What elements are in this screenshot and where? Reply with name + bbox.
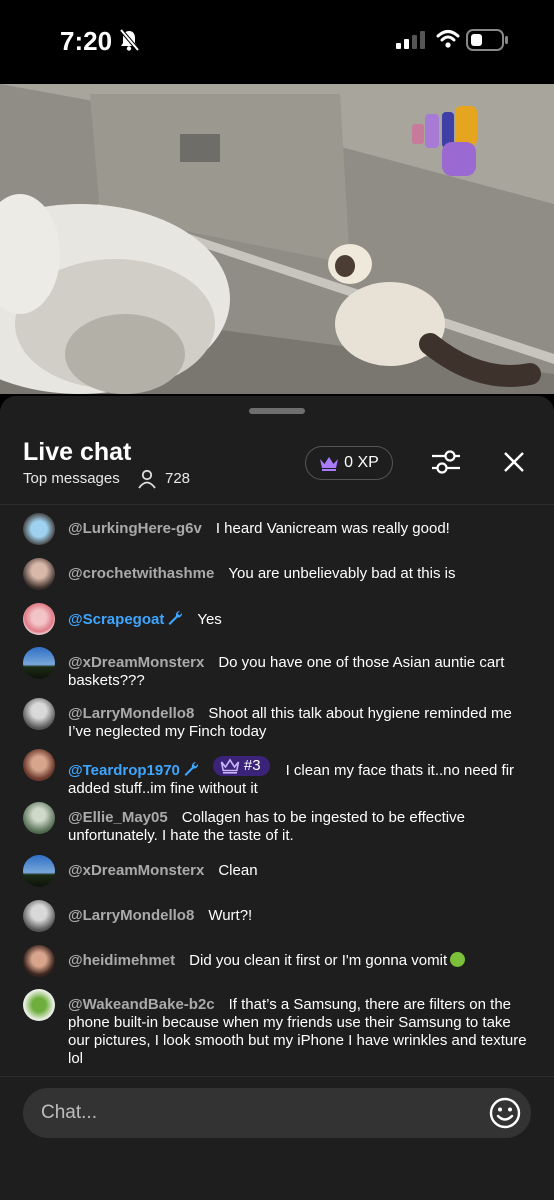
message-author[interactable]: @crochetwithashme [68,565,214,582]
chat-input-placeholder: Chat... [41,1102,97,1123]
emoji-picker-icon[interactable] [489,1097,521,1129]
message-body: @heidimehmet Did you clean it first or I'… [68,952,534,970]
message-body: @crochetwithashme You are unbelievably ba… [68,565,534,583]
viewer-count: 728 [165,470,191,487]
avatar[interactable] [23,647,55,679]
xp-button[interactable]: 0 XP [305,446,393,480]
message-author[interactable]: @LurkingHere-g6v [68,520,202,537]
avatar[interactable] [23,513,55,545]
live-video-player[interactable] [0,84,554,394]
chat-input[interactable]: Chat... [23,1088,531,1138]
message-body: @LurkingHere-g6v I heard Vanicream was re… [68,520,534,538]
avatar[interactable] [23,900,55,932]
rank-label: #3 [243,757,261,774]
crown-icon [320,457,339,471]
chat-title: Live chat [23,438,132,466]
moderator-wrench-icon [184,761,198,776]
message-author[interactable]: @Scrapegoat [68,610,183,628]
avatar[interactable] [23,945,55,977]
header-divider [0,504,554,505]
message-body: @Scrapegoat Yes [68,610,534,629]
filter-settings-icon[interactable] [430,448,462,476]
wifi-icon [436,30,460,48]
message-body: @xDreamMonsterx Do you have one of those … [68,654,534,690]
avatar[interactable] [23,698,55,730]
live-chat-panel: Live chat Top messages 728 0 XP @Lurking… [0,396,554,1200]
message-text: Yes [197,611,222,628]
message-author[interactable]: @xDreamMonsterx [68,862,204,879]
xp-label: 0 XP [344,454,379,471]
message-author[interactable]: @LarryMondello8 [68,907,194,924]
message-text: I heard Vanicream was really good! [215,520,450,537]
crown-outline-icon [220,758,240,774]
author-name: @Scrapegoat [68,611,165,628]
avatar[interactable] [23,558,55,590]
input-divider [0,1076,554,1077]
message-body: @Teardrop1970 #3 I clean my face thats it.… [68,756,534,798]
silent-bell-icon [119,28,140,52]
avatar[interactable] [23,855,55,887]
drag-handle[interactable] [249,408,305,414]
message-body: @LarryMondello8 Wurt?! [68,907,534,925]
avatar[interactable] [23,989,55,1021]
avatar[interactable] [23,603,55,635]
moderator-wrench-icon [168,610,183,625]
message-author[interactable]: @LarryMondello8 [68,705,194,722]
message-author[interactable]: @Teardrop1970 [68,761,199,779]
chat-mode-dropdown[interactable]: Top messages [23,470,120,487]
video-frame [0,84,554,394]
person-icon [138,469,156,489]
message-body: @xDreamMonsterx Clean [68,862,534,880]
message-author[interactable]: @WakeandBake-b2c [68,996,215,1013]
message-author[interactable]: @Ellie_May05 [68,809,168,826]
status-time: 7:20 [60,26,113,56]
status-bar: 7:20 [0,0,554,84]
message-body: @WakeandBake-b2c If that’s a Samsung, the… [68,996,534,1068]
avatar[interactable] [23,749,55,781]
author-name: @Teardrop1970 [68,762,180,779]
battery-icon [466,29,508,51]
message-text: Wurt?! [208,907,253,924]
message-author[interactable]: @xDreamMonsterx [68,654,204,671]
close-icon[interactable] [502,450,526,474]
message-body: @Ellie_May05 Collagen has to be ingested … [68,809,534,845]
avatar[interactable] [23,802,55,834]
nauseated-face-icon [450,952,466,967]
rank-badge: #3 [212,756,270,776]
message-text: You are unbelievably bad at this is [228,565,456,582]
message-text: Clean [218,862,258,879]
cellular-signal-icon [396,31,425,49]
message-author[interactable]: @heidimehmet [68,952,175,969]
message-text: Did you clean it first or I'm gonna vomi… [189,952,448,969]
message-body: @LarryMondello8 Shoot all this talk about… [68,705,534,741]
